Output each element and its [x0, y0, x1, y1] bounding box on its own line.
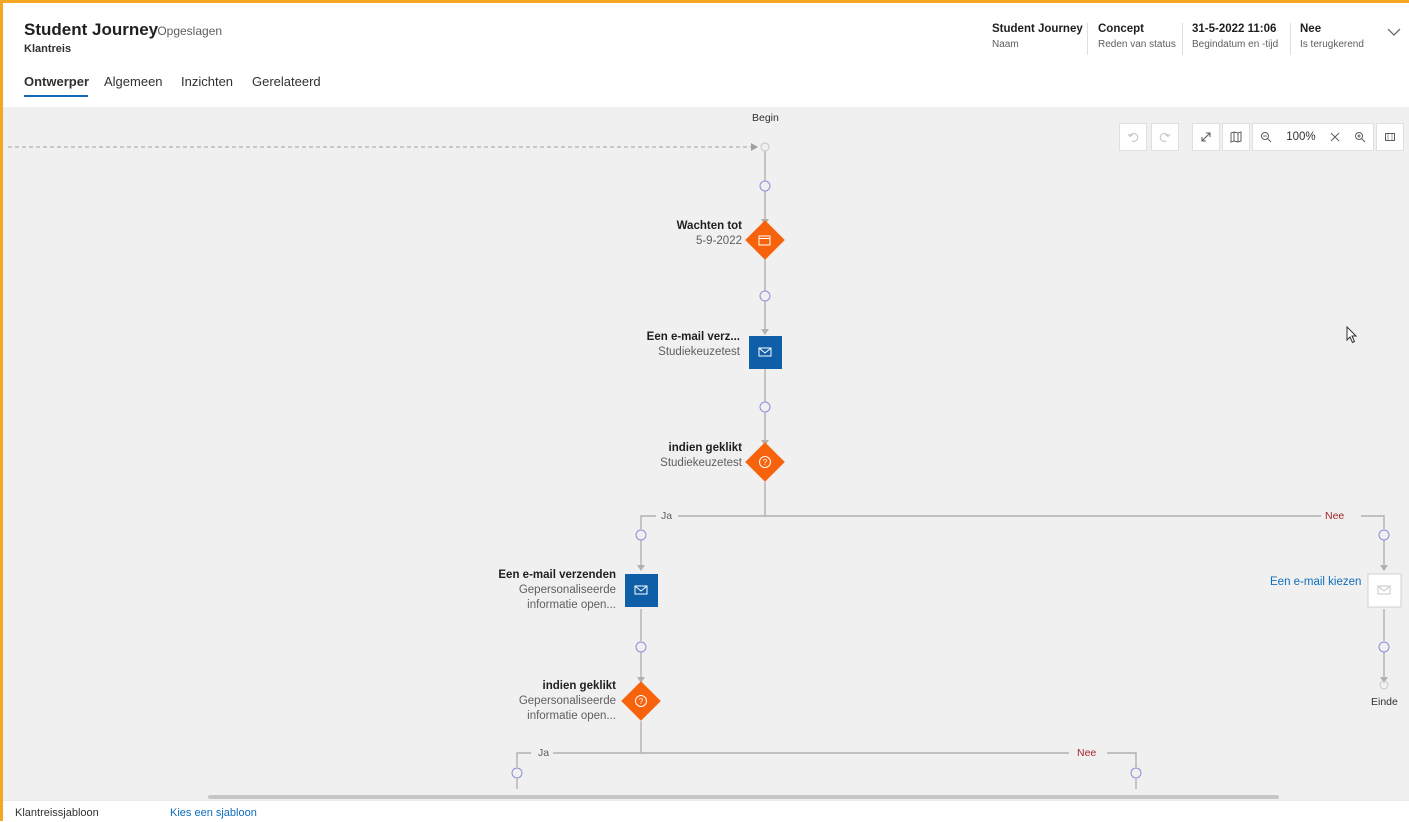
undo-icon [1127, 132, 1139, 142]
begin-point [760, 142, 770, 152]
zoom-level: 100% [1286, 131, 1316, 143]
add-step-icon [759, 401, 771, 413]
horizontal-scrollbar[interactable] [208, 795, 1279, 799]
add-step-icon [511, 767, 523, 779]
redo-button[interactable] [1151, 123, 1179, 151]
mouse-cursor-icon [1346, 326, 1358, 344]
record-header: Student Journey - Opgeslagen Klantreis S… [3, 3, 1409, 107]
branch-split [640, 515, 1385, 753]
zoom-out-icon[interactable] [1260, 131, 1272, 143]
minimap-button[interactable] [1222, 123, 1250, 151]
save-status: - Opgeslagen [150, 24, 223, 38]
footer-bar: Klantreissjabloon Kies een sjabloon [3, 800, 1409, 822]
arrow-head [751, 143, 758, 151]
journey-designer-canvas[interactable]: ? ? Begin Wachten tot 5-9-2022 Een e-mai… [3, 107, 1409, 800]
branch-no-label: Nee [1077, 747, 1097, 759]
send-email-tile [749, 336, 782, 369]
active-tab-indicator [24, 95, 88, 97]
header-field-name: Student Journey Naam [992, 23, 1083, 50]
choose-email-link[interactable]: Een e-mail kiezen [1270, 576, 1361, 588]
entity-name: Klantreis [24, 43, 72, 55]
header-field-start-date: 31-5-2022 11:06 Begindatum en -tijd [1192, 23, 1279, 50]
condition-label: indien geklikt Studiekeuzetest [660, 442, 742, 469]
chevron-down-icon[interactable] [1387, 25, 1401, 39]
add-step-icon [759, 180, 771, 192]
branch-no-label: Nee [1325, 510, 1345, 522]
begin-label: Begin [752, 112, 779, 124]
header-field-recurring: Nee Is terugkerend [1300, 23, 1364, 50]
end-label: Einde [1371, 696, 1398, 708]
branch-yes-label: Ja [538, 747, 550, 759]
tab-insights[interactable]: Inzichten [181, 74, 233, 89]
record-title: Student Journey [24, 20, 159, 39]
header-divider [1087, 23, 1088, 55]
wait-until-tile [745, 220, 785, 260]
tab-related[interactable]: Gerelateerd [252, 74, 321, 89]
tab-designer[interactable]: Ontwerper [24, 74, 89, 89]
svg-text:?: ? [639, 697, 644, 706]
zoom-control: 100% [1252, 123, 1374, 151]
fit-to-screen-button[interactable] [1376, 123, 1404, 151]
undo-button[interactable] [1119, 123, 1147, 151]
condition-label: indien geklikt Gepersonaliseerde informa… [518, 680, 616, 722]
choose-template-link[interactable]: Kies een sjabloon [170, 807, 257, 819]
send-email-label: Een e-mail verz... Studiekeuzetest [646, 331, 740, 358]
fit-screen-icon [1385, 133, 1395, 141]
reset-zoom-icon[interactable] [1330, 132, 1340, 142]
choose-email-tile [1367, 573, 1402, 608]
add-step-icon [635, 641, 647, 653]
header-field-status-reason: Concept Reden van status [1098, 23, 1176, 50]
branch-split-2 [516, 752, 1137, 789]
header-divider [1182, 23, 1183, 55]
condition-tile: ? [621, 681, 661, 721]
template-label: Klantreissjabloon [15, 807, 99, 819]
send-email-tile [625, 574, 658, 607]
expand-icon [1201, 132, 1211, 142]
expand-button[interactable] [1192, 123, 1220, 151]
wait-until-label: Wachten tot 5-9-2022 [676, 220, 742, 247]
tab-general[interactable]: Algemeen [104, 74, 163, 89]
send-email-label: Een e-mail verzenden Gepersonaliseerde i… [498, 569, 616, 611]
add-step-icon [759, 290, 771, 302]
add-step-icons [635, 529, 1390, 653]
redo-icon [1159, 132, 1171, 142]
svg-text:?: ? [763, 458, 768, 467]
branch-yes-label: Ja [661, 510, 673, 522]
add-step-icon [635, 529, 647, 541]
map-icon [1230, 131, 1242, 143]
add-step-icon [1378, 529, 1390, 541]
header-divider [1290, 23, 1291, 55]
add-step-icon [1378, 641, 1390, 653]
condition-tile: ? [745, 442, 785, 482]
add-step-icon [1130, 767, 1142, 779]
add-step-icons [511, 767, 1142, 779]
zoom-in-icon[interactable] [1354, 131, 1366, 143]
